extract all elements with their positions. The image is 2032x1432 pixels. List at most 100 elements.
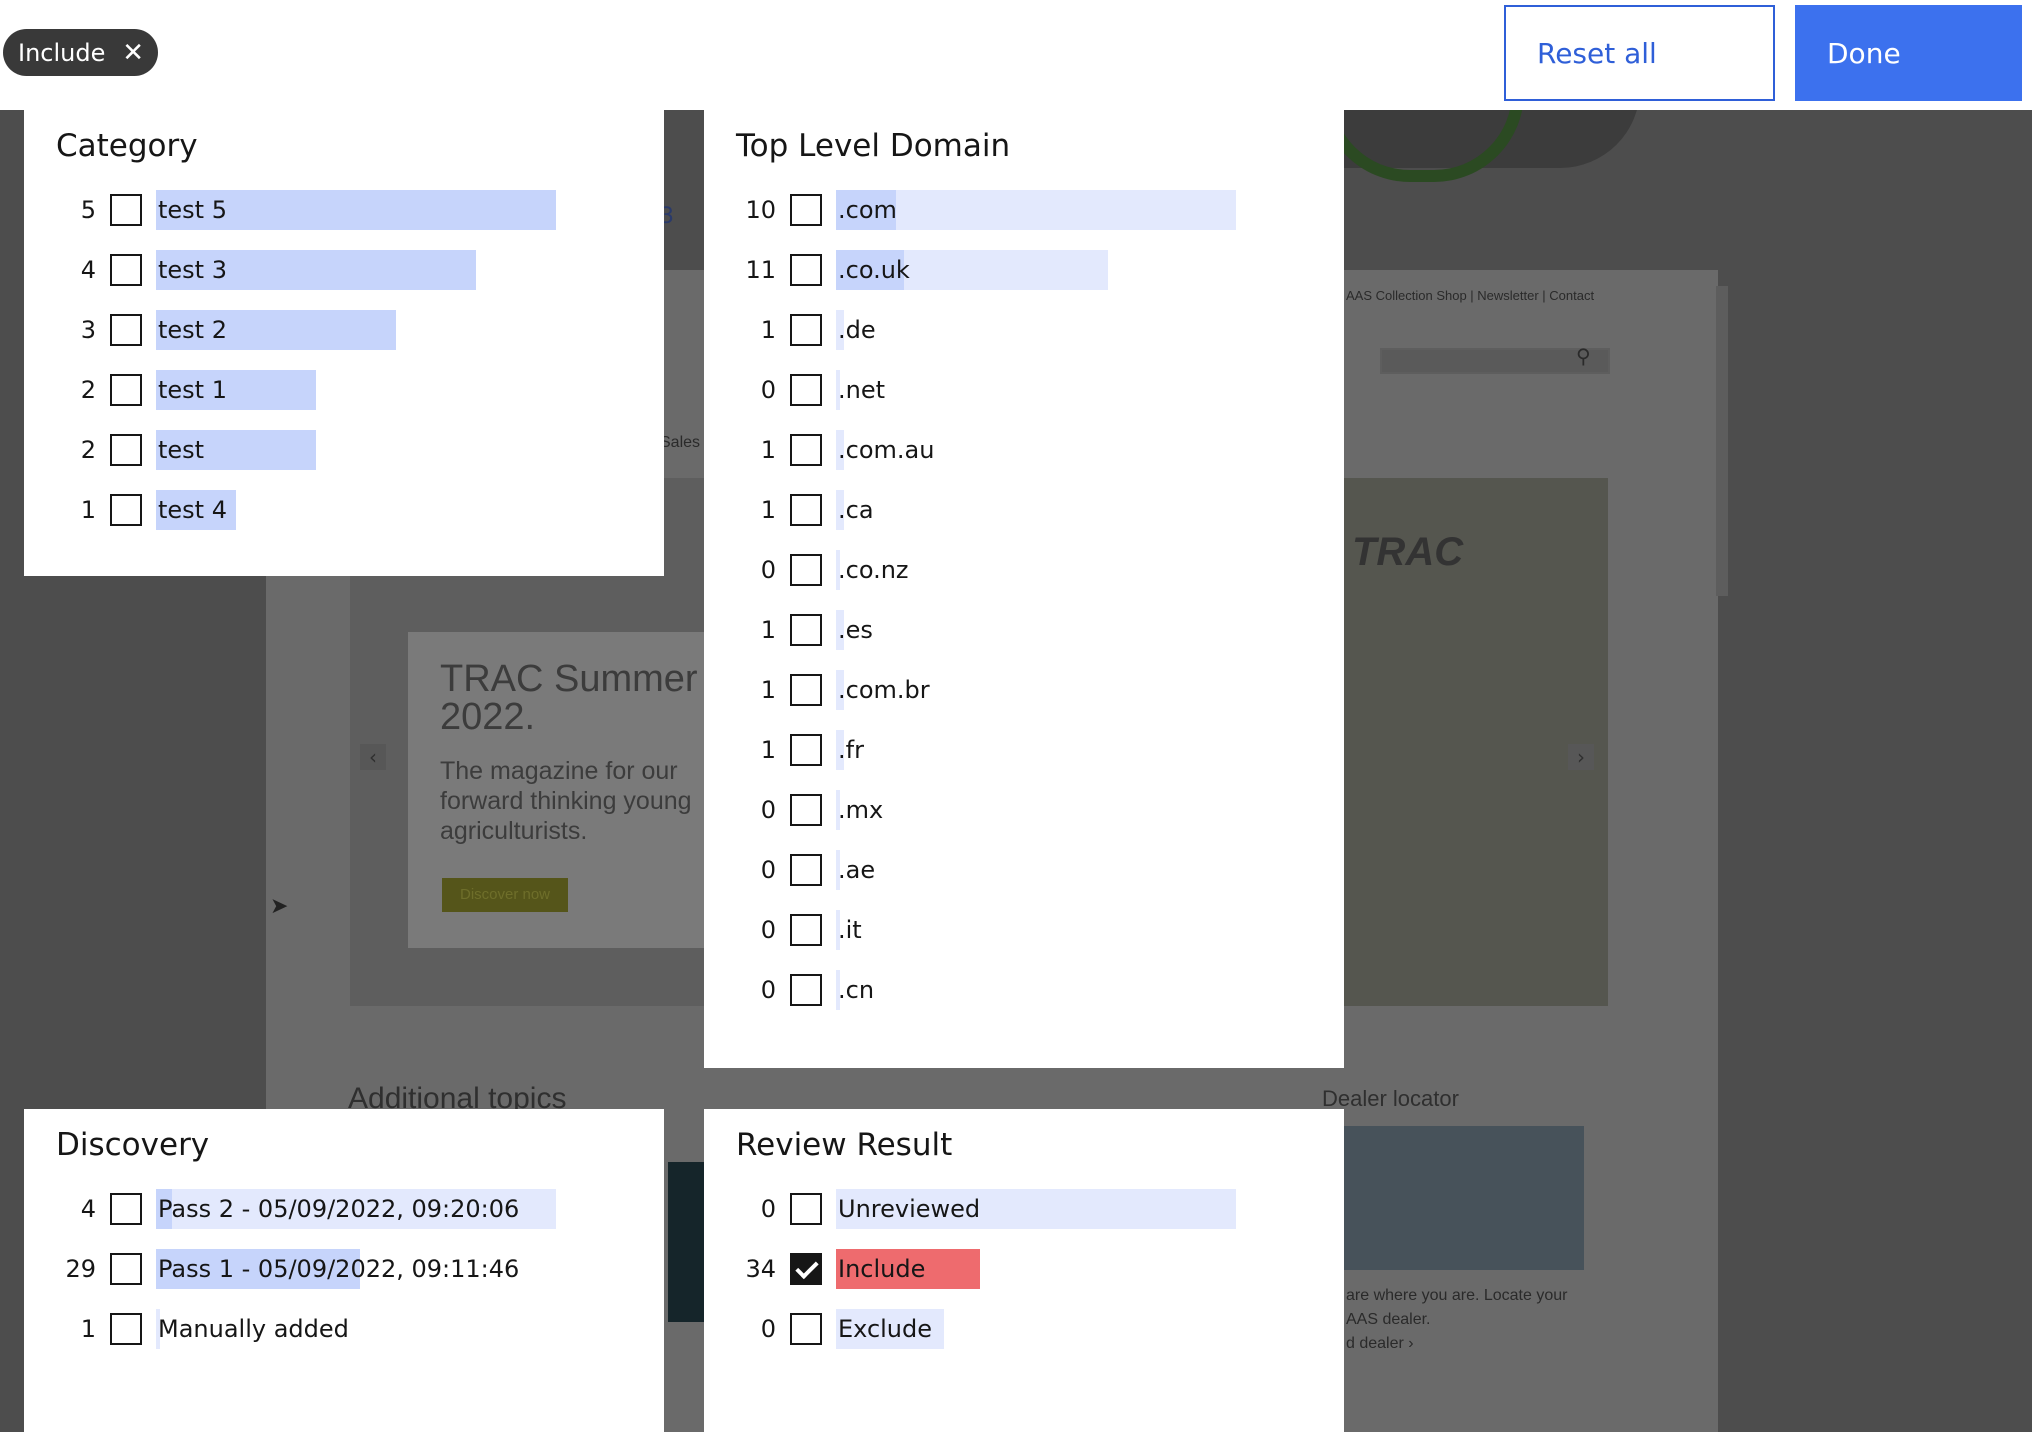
facet-row[interactable]: 0 .co.nz xyxy=(704,550,1344,610)
facet-count: 1 xyxy=(760,496,776,524)
facet-checkbox[interactable] xyxy=(110,494,142,526)
facet-row[interactable]: 4 test 3 xyxy=(24,250,664,310)
facet-checkbox[interactable] xyxy=(790,674,822,706)
done-button[interactable]: Done xyxy=(1795,5,2022,101)
background-hero-subtitle: The magazine for our forward thinking yo… xyxy=(440,757,692,845)
facet-row[interactable]: 0 .cn xyxy=(704,970,1344,1030)
background-dealer-description: are where you are. Locate your AAS deale… xyxy=(1346,1287,1568,1328)
facet-checkbox[interactable] xyxy=(110,1313,142,1345)
facet-title-discovery: Discovery xyxy=(56,1127,210,1163)
facet-label: Manually added xyxy=(158,1315,349,1343)
facet-row[interactable]: 0 .mx xyxy=(704,790,1344,850)
facet-row[interactable]: 1 .com.br xyxy=(704,670,1344,730)
facet-label: Exclude xyxy=(838,1315,933,1343)
facet-checkbox[interactable] xyxy=(110,254,142,286)
facet-checkbox[interactable] xyxy=(790,1253,822,1285)
facet-row[interactable]: 3 test 2 xyxy=(24,310,664,370)
facet-label: .cn xyxy=(838,976,875,1004)
facet-label: test 2 xyxy=(158,316,227,344)
facet-count: 0 xyxy=(760,1195,776,1223)
facet-checkbox[interactable] xyxy=(110,1253,142,1285)
facet-checkbox[interactable] xyxy=(790,434,822,466)
background-hero-title: TRAC Summer 2022. xyxy=(440,658,698,738)
facet-checkbox[interactable] xyxy=(790,734,822,766)
reset-all-button[interactable]: Reset all xyxy=(1504,5,1775,101)
facet-row[interactable]: 1 .es xyxy=(704,610,1344,670)
facet-checkbox[interactable] xyxy=(790,1193,822,1225)
facet-count: 1 xyxy=(760,436,776,464)
facet-label: Unreviewed xyxy=(838,1195,981,1223)
facet-label: .net xyxy=(838,376,886,404)
facet-label: Pass 2 - 05/09/2022, 09:20:06 xyxy=(158,1195,520,1223)
facet-label: test 5 xyxy=(158,196,227,224)
facet-row[interactable]: 1 .com.au xyxy=(704,430,1344,490)
facet-count: 1 xyxy=(760,316,776,344)
facet-label: .mx xyxy=(838,796,884,824)
facet-label: Include xyxy=(838,1255,926,1283)
facet-checkbox[interactable] xyxy=(790,614,822,646)
facet-count: 3 xyxy=(80,316,96,344)
facet-checkbox[interactable] xyxy=(790,914,822,946)
facet-count: 29 xyxy=(65,1255,96,1283)
facet-count: 2 xyxy=(80,376,96,404)
facet-label: .com.br xyxy=(838,676,930,704)
facet-row[interactable]: 0 .net xyxy=(704,370,1344,430)
facet-row[interactable]: 1 .ca xyxy=(704,490,1344,550)
mouse-cursor-icon: ➤ xyxy=(270,894,289,919)
facet-label: Pass 1 - 05/09/2022, 09:11:46 xyxy=(158,1255,520,1283)
facet-row[interactable]: 1 .fr xyxy=(704,730,1344,790)
facet-checkbox[interactable] xyxy=(790,1313,822,1345)
facet-count: 5 xyxy=(80,196,96,224)
facet-checkbox[interactable] xyxy=(790,374,822,406)
chevron-left-icon: ‹ xyxy=(360,744,386,770)
facet-count: 10 xyxy=(745,196,776,224)
facet-label: .it xyxy=(838,916,862,944)
facet-row[interactable]: 1 test 4 xyxy=(24,490,664,550)
facet-count: 0 xyxy=(760,916,776,944)
facet-row[interactable]: 29 Pass 1 - 05/09/2022, 09:11:46 xyxy=(24,1249,664,1309)
background-sales-link: Sales xyxy=(660,434,701,451)
search-icon: ⚲ xyxy=(1576,344,1591,368)
facet-row[interactable]: 2 test 1 xyxy=(24,370,664,430)
facet-label: test xyxy=(158,436,205,464)
background-hero-button: Discover now xyxy=(442,878,568,912)
facet-row[interactable]: 34 Include xyxy=(704,1249,1344,1309)
facet-count: 0 xyxy=(760,1315,776,1343)
background-map-image xyxy=(1344,1126,1584,1270)
facet-row[interactable]: 5 test 5 xyxy=(24,190,664,250)
facet-checkbox[interactable] xyxy=(790,854,822,886)
facet-checkbox[interactable] xyxy=(110,314,142,346)
facet-count: 4 xyxy=(80,1195,96,1223)
facet-checkbox[interactable] xyxy=(790,194,822,226)
facet-row[interactable]: 1 Manually added xyxy=(24,1309,664,1369)
background-dealer-text: are where you are. Locate your AAS deale… xyxy=(1346,1284,1586,1356)
facet-checkbox[interactable] xyxy=(110,434,142,466)
facet-row[interactable]: 0 Unreviewed xyxy=(704,1189,1344,1249)
facet-row[interactable]: 1 .de xyxy=(704,310,1344,370)
facet-count: 1 xyxy=(80,496,96,524)
facet-row[interactable]: 11 .co.uk xyxy=(704,250,1344,310)
facet-checkbox[interactable] xyxy=(790,554,822,586)
facet-count: 2 xyxy=(80,436,96,464)
facet-row[interactable]: 2 test xyxy=(24,430,664,490)
facet-checkbox[interactable] xyxy=(110,194,142,226)
facet-label: .co.uk xyxy=(838,256,910,284)
facet-title-top-level-domain: Top Level Domain xyxy=(736,128,1011,164)
facet-checkbox[interactable] xyxy=(790,254,822,286)
facet-row[interactable]: 0 .ae xyxy=(704,850,1344,910)
facet-row[interactable]: 0 Exclude xyxy=(704,1309,1344,1369)
facet-checkbox[interactable] xyxy=(790,494,822,526)
facet-checkbox[interactable] xyxy=(790,974,822,1006)
facet-row[interactable]: 0 .it xyxy=(704,910,1344,970)
facet-row[interactable]: 10 .com xyxy=(704,190,1344,250)
facet-row[interactable]: 4 Pass 2 - 05/09/2022, 09:20:06 xyxy=(24,1189,664,1249)
facet-count: 1 xyxy=(760,616,776,644)
facet-checkbox[interactable] xyxy=(110,1193,142,1225)
active-filter-chip[interactable]: Include ✕ xyxy=(3,29,158,76)
facet-checkbox[interactable] xyxy=(790,794,822,826)
facet-checkbox[interactable] xyxy=(790,314,822,346)
close-icon[interactable]: ✕ xyxy=(122,40,144,66)
facet-label: .es xyxy=(838,616,873,644)
facet-checkbox[interactable] xyxy=(110,374,142,406)
facet-label: .com.au xyxy=(838,436,935,464)
